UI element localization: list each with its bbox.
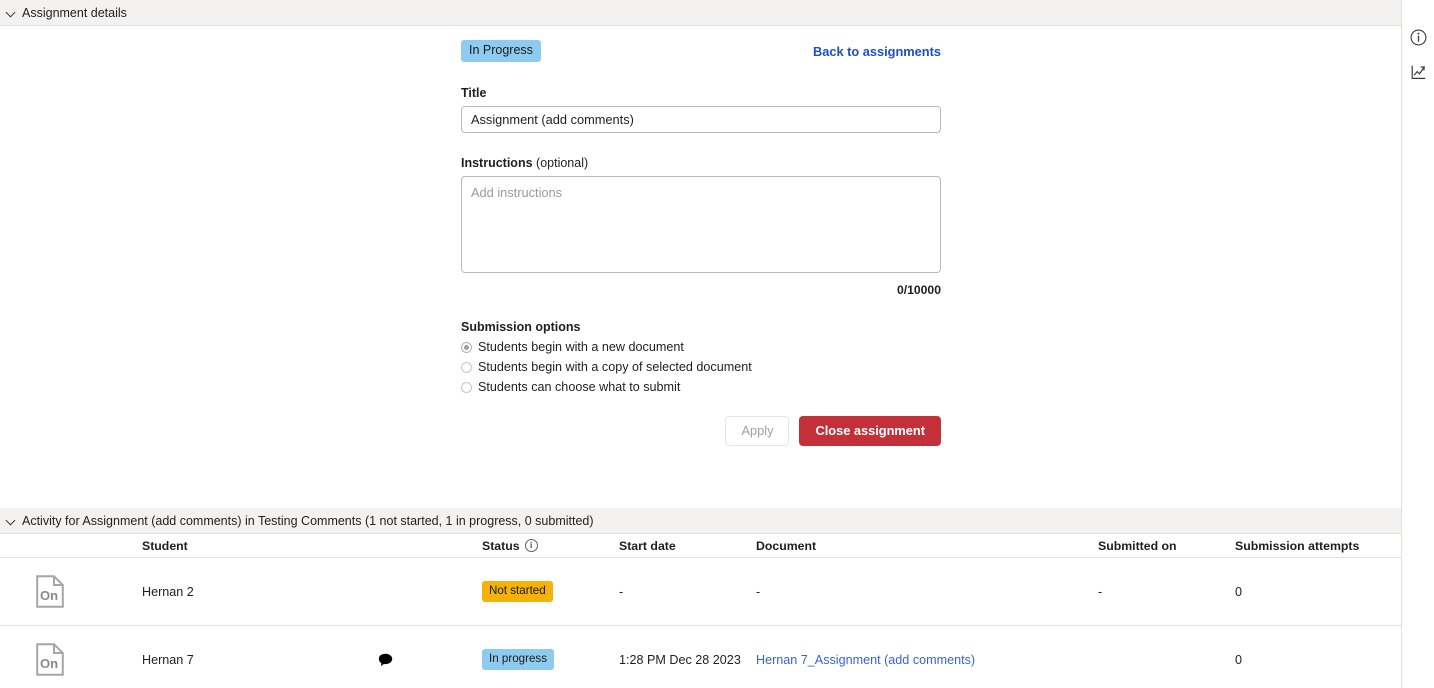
comment-icon[interactable] (378, 653, 393, 667)
row-submission-attempts: 0 (1235, 653, 1395, 667)
submission-option-copy-document[interactable]: Students begin with a copy of selected d… (461, 360, 941, 374)
status-badge: In progress (482, 649, 554, 670)
row-student-name: Hernan 7 (142, 653, 378, 667)
assignment-details-title: Assignment details (22, 6, 127, 20)
assignment-details-section-header[interactable]: Assignment details (0, 0, 1401, 26)
apply-button[interactable]: Apply (725, 416, 789, 446)
status-badge: In Progress (461, 40, 541, 62)
activity-section-title: Activity for Assignment (add comments) i… (22, 514, 594, 528)
submission-option-new-document[interactable]: Students begin with a new document (461, 340, 941, 354)
character-counter: 0/10000 (461, 283, 941, 297)
row-submission-attempts: 0 (1235, 585, 1395, 599)
submission-option-label: Students begin with a new document (478, 340, 684, 354)
svg-text:On: On (40, 588, 58, 603)
row-document-link[interactable]: Hernan 7_Assignment (add comments) (756, 653, 975, 667)
row-file-icon-cell: On (0, 643, 142, 676)
chart-insights-icon[interactable] (1407, 61, 1429, 83)
column-header-start-date: Start date (619, 539, 756, 553)
submission-option-label: Students can choose what to submit (478, 380, 680, 394)
column-header-submitted-on: Submitted on (1098, 539, 1235, 553)
row-start-date: - (619, 585, 756, 599)
table-row[interactable]: On Hernan 7 In progress 1:28 PM Dec 28 2… (0, 626, 1401, 688)
submission-option-choose-what-to-submit[interactable]: Students can choose what to submit (461, 380, 941, 394)
column-header-student: Student (142, 539, 482, 553)
column-header-status-text: Status (482, 539, 520, 553)
onenote-file-icon: On (36, 575, 64, 608)
row-student-cell: Hernan 7 (142, 653, 482, 667)
radio-icon-choose-submit[interactable] (461, 382, 472, 393)
instructions-label: Instructions (optional) (461, 156, 941, 170)
row-status-cell: Not started (482, 581, 619, 602)
form-actions: Apply Close assignment (461, 416, 941, 446)
row-file-icon-cell: On (0, 575, 142, 608)
row-status-cell: In progress (482, 649, 619, 670)
status-and-back-row: In Progress Back to assignments (461, 39, 941, 63)
radio-icon-copy-document[interactable] (461, 362, 472, 373)
chevron-down-icon (5, 514, 18, 527)
radio-icon-new-document[interactable] (461, 342, 472, 353)
column-header-status: Status i (482, 539, 619, 553)
back-to-assignments-link[interactable]: Back to assignments (813, 44, 941, 59)
instructions-textarea[interactable] (461, 176, 941, 273)
onenote-file-icon: On (36, 643, 64, 676)
activity-section-header[interactable]: Activity for Assignment (add comments) i… (0, 508, 1401, 534)
status-info-icon[interactable]: i (525, 539, 538, 552)
instructions-optional-text: (optional) (536, 156, 588, 170)
column-header-submission-attempts: Submission attempts (1235, 539, 1395, 553)
status-badge: Not started (482, 581, 553, 602)
assignment-details-page: Assignment details In Progress Back to a… (0, 0, 1434, 688)
instructions-label-text: Instructions (461, 156, 533, 170)
activity-table-header: Student Status i Start date Document Sub… (0, 534, 1401, 558)
row-document-cell: Hernan 7_Assignment (add comments) (756, 653, 1098, 667)
info-circle-icon[interactable] (1407, 26, 1429, 48)
assignment-form-panel: In Progress Back to assignments Title In… (0, 26, 1401, 508)
row-document: - (756, 585, 1098, 599)
row-student-name: Hernan 2 (142, 585, 482, 599)
column-header-document: Document (756, 539, 1098, 553)
table-row[interactable]: On Hernan 2 Not started - - - 0 (0, 558, 1401, 626)
main-content-column: Assignment details In Progress Back to a… (0, 0, 1402, 688)
submission-option-label: Students begin with a copy of selected d… (478, 360, 752, 374)
submission-options-label: Submission options (461, 320, 941, 334)
row-start-date: 1:28 PM Dec 28 2023 (619, 653, 756, 667)
close-assignment-button[interactable]: Close assignment (799, 416, 941, 446)
title-label: Title (461, 86, 941, 100)
assignment-form: In Progress Back to assignments Title In… (461, 39, 941, 446)
right-rail (1402, 0, 1434, 688)
chevron-down-icon (5, 6, 18, 19)
row-submitted-on: - (1098, 585, 1235, 599)
title-input[interactable] (461, 106, 941, 133)
svg-text:On: On (40, 656, 58, 671)
